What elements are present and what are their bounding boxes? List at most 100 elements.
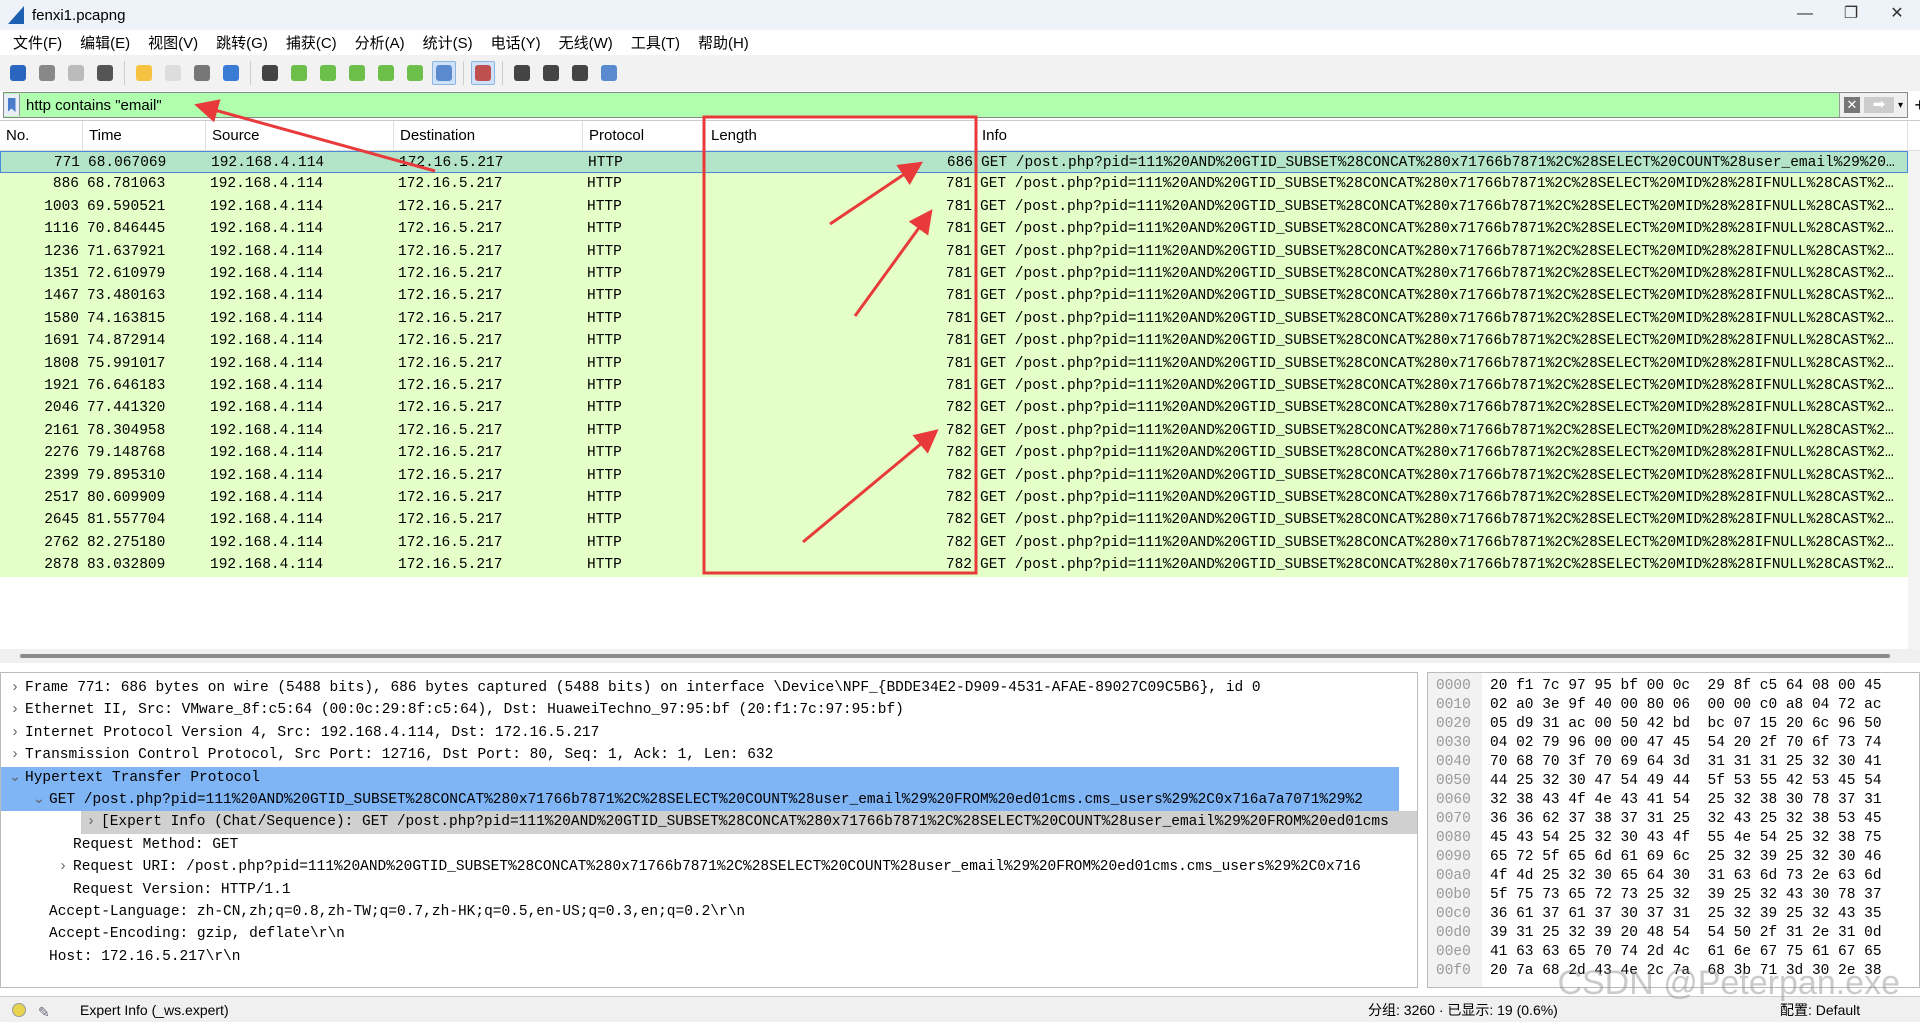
packet-row[interactable]: 1116 70.846445 192.168.4.114 172.16.5.217 HT… bbox=[0, 218, 1908, 241]
go-back-button[interactable] bbox=[287, 61, 311, 85]
column-header-proto[interactable]: Protocol bbox=[583, 121, 705, 151]
hex-bytes[interactable]: 45 43 54 25 32 30 43 4f 55 4e 54 25 32 3… bbox=[1482, 830, 1882, 846]
expand-arrow-icon[interactable]: › bbox=[5, 677, 25, 699]
packet-row[interactable]: 2046 77.441320 192.168.4.114 172.16.5.217 HT… bbox=[0, 397, 1908, 420]
packet-row[interactable]: 1808 75.991017 192.168.4.114 172.16.5.217 HT… bbox=[0, 352, 1908, 375]
zoom-in-button[interactable] bbox=[510, 61, 534, 85]
menu-item[interactable]: 捕获(C) bbox=[277, 32, 346, 53]
hex-bytes[interactable]: 41 63 63 65 70 74 2d 4c 61 6e 67 75 61 6… bbox=[1482, 944, 1882, 960]
restart-button[interactable] bbox=[64, 61, 88, 85]
hex-bytes[interactable]: 02 a0 3e 9f 40 00 80 06 00 00 c0 a8 04 7… bbox=[1482, 697, 1882, 713]
hex-bytes[interactable]: 5f 75 73 65 72 73 25 32 39 25 32 43 30 7… bbox=[1482, 887, 1882, 903]
hex-bytes[interactable]: 65 72 5f 65 6d 61 69 6c 25 32 39 25 32 3… bbox=[1482, 849, 1882, 865]
autoscroll-button[interactable] bbox=[432, 61, 456, 85]
detail-tree-item[interactable]: › Request URI: /post.php?pid=111%20AND%20… bbox=[1, 856, 1399, 878]
packet-row[interactable]: 2762 82.275180 192.168.4.114 172.16.5.217 HT… bbox=[0, 531, 1908, 555]
close-file-button[interactable] bbox=[190, 61, 214, 85]
column-header-info[interactable]: Info bbox=[976, 121, 1908, 151]
menu-item[interactable]: 统计(S) bbox=[414, 32, 482, 53]
menu-item[interactable]: 跳转(G) bbox=[207, 32, 277, 53]
packet-row[interactable]: 2276 79.148768 192.168.4.114 172.16.5.217 HT… bbox=[0, 442, 1908, 465]
detail-tree-item[interactable]: › Frame 771: 686 bytes on wire (5488 bits… bbox=[1, 677, 1399, 699]
detail-tree-item[interactable]: › Ethernet II, Src: VMware_8f:c5:64 (00:0… bbox=[1, 699, 1399, 721]
packet-row[interactable]: 1921 76.646183 192.168.4.114 172.16.5.217 HT… bbox=[0, 375, 1908, 398]
detail-tree-item[interactable]: ⌄ GET /post.php?pid=111%20AND%20GTID_SUBS… bbox=[1, 789, 1399, 812]
hex-bytes[interactable]: 05 d9 31 ac 00 50 42 bd bc 07 15 20 6c 9… bbox=[1482, 716, 1882, 732]
packet-row[interactable]: 2645 81.557704 192.168.4.114 172.16.5.217 HT… bbox=[0, 509, 1908, 532]
menu-item[interactable]: 工具(T) bbox=[622, 32, 689, 53]
find-button[interactable] bbox=[258, 61, 282, 85]
detail-tree-item[interactable]: Accept-Encoding: gzip, deflate\r\n bbox=[1, 923, 1399, 945]
detail-tree-item[interactable]: › [Expert Info (Chat/Sequence): GET /post… bbox=[81, 811, 1417, 834]
first-packet-button[interactable] bbox=[374, 61, 398, 85]
ready-indicator-icon[interactable] bbox=[12, 1003, 26, 1017]
resize-columns-button[interactable] bbox=[597, 61, 621, 85]
detail-tree-item[interactable]: › Internet Protocol Version 4, Src: 192.1… bbox=[1, 722, 1399, 744]
packet-row[interactable]: 1467 73.480163 192.168.4.114 172.16.5.217 HT… bbox=[0, 285, 1908, 308]
hex-bytes[interactable]: 44 25 32 30 47 54 49 44 5f 53 55 42 53 4… bbox=[1482, 773, 1882, 789]
reload-button[interactable] bbox=[219, 61, 243, 85]
expand-arrow-icon[interactable]: ⌄ bbox=[29, 789, 49, 811]
detail-tree-item[interactable]: Host: 172.16.5.217\r\n bbox=[1, 946, 1399, 968]
packet-row[interactable]: 2878 83.032809 192.168.4.114 172.16.5.217 HT… bbox=[0, 554, 1908, 577]
packet-row[interactable]: 771 68.067069 192.168.4.114 172.16.5.217 HTT… bbox=[0, 151, 1908, 174]
packet-row[interactable]: 2161 78.304958 192.168.4.114 172.16.5.217 HT… bbox=[0, 419, 1908, 443]
hex-bytes[interactable]: 36 36 62 37 38 37 31 25 32 43 25 32 38 5… bbox=[1482, 811, 1882, 827]
hex-bytes[interactable]: 4f 4d 25 32 30 65 64 30 31 63 6d 73 2e 6… bbox=[1482, 868, 1882, 884]
menu-item[interactable]: 文件(F) bbox=[4, 32, 71, 53]
column-header-len[interactable]: Length bbox=[705, 121, 976, 151]
filter-bookmark-button[interactable] bbox=[4, 94, 20, 116]
go-forward-button[interactable] bbox=[316, 61, 340, 85]
detail-tree-item[interactable]: Request Method: GET bbox=[1, 834, 1399, 856]
packet-row[interactable]: 886 68.781063 192.168.4.114 172.16.5.217 HTT… bbox=[0, 173, 1908, 196]
minimize-button[interactable]: — bbox=[1782, 0, 1828, 30]
column-header-dst[interactable]: Destination bbox=[394, 121, 583, 151]
scrollbar-thumb[interactable] bbox=[20, 654, 1890, 658]
expand-arrow-icon[interactable]: › bbox=[5, 744, 25, 766]
expand-arrow-icon[interactable]: › bbox=[53, 856, 73, 878]
file-button[interactable] bbox=[161, 61, 185, 85]
shark-fin-start-button[interactable] bbox=[6, 61, 30, 85]
packet-row[interactable]: 1691 74.872914 192.168.4.114 172.16.5.217 HT… bbox=[0, 330, 1908, 353]
maximize-button[interactable]: ❐ bbox=[1828, 0, 1874, 30]
expand-arrow-icon[interactable]: › bbox=[5, 722, 25, 744]
hex-bytes[interactable]: 20 f1 7c 97 95 bf 00 0c 29 8f c5 64 08 0… bbox=[1482, 678, 1882, 694]
hex-bytes[interactable]: 36 61 37 61 37 30 37 31 25 32 39 25 32 4… bbox=[1482, 906, 1882, 922]
packet-row[interactable]: 1351 72.610979 192.168.4.114 172.16.5.217 HT… bbox=[0, 263, 1908, 286]
display-filter-input[interactable]: http contains "email" bbox=[20, 97, 162, 114]
expand-arrow-icon[interactable]: ⌄ bbox=[5, 767, 25, 789]
capture-options-button[interactable] bbox=[93, 61, 117, 85]
colorize-button[interactable] bbox=[471, 61, 495, 85]
packet-list-vertical-scrollbar[interactable] bbox=[1908, 151, 1920, 649]
detail-tree-item[interactable]: › Transmission Control Protocol, Src Port… bbox=[1, 744, 1399, 766]
go-to-packet-button[interactable] bbox=[345, 61, 369, 85]
packet-row[interactable]: 1580 74.163815 192.168.4.114 172.16.5.217 HT… bbox=[0, 307, 1908, 331]
expand-arrow-icon[interactable]: › bbox=[81, 811, 101, 833]
detail-tree-item[interactable]: Accept-Language: zh-CN,zh;q=0.8,zh-TW;q=… bbox=[1, 901, 1399, 923]
menu-item[interactable]: 分析(A) bbox=[346, 32, 414, 53]
menu-item[interactable]: 电话(Y) bbox=[482, 32, 550, 53]
close-button[interactable]: ✕ bbox=[1874, 0, 1920, 30]
hex-bytes[interactable]: 04 02 79 96 00 00 47 45 54 20 2f 70 6f 7… bbox=[1482, 735, 1882, 751]
packet-row[interactable]: 1236 71.637921 192.168.4.114 172.16.5.217 HT… bbox=[0, 240, 1908, 263]
add-filter-button-icon[interactable]: + bbox=[1914, 95, 1920, 116]
zoom-out-button[interactable] bbox=[539, 61, 563, 85]
hex-bytes[interactable]: 32 38 43 4f 4e 43 41 54 25 32 38 30 78 3… bbox=[1482, 792, 1882, 808]
column-header-no[interactable]: No. bbox=[0, 121, 83, 151]
packet-row[interactable]: 2399 79.895310 192.168.4.114 172.16.5.217 HT… bbox=[0, 464, 1908, 487]
open-folder-button[interactable] bbox=[132, 61, 156, 85]
packet-list-horizontal-scrollbar[interactable] bbox=[0, 649, 1920, 663]
last-packet-button[interactable] bbox=[403, 61, 427, 85]
detail-tree-item[interactable]: ⌄ Hypertext Transfer Protocol bbox=[1, 766, 1399, 789]
packet-row[interactable]: 2517 80.609909 192.168.4.114 172.16.5.217 HT… bbox=[0, 487, 1908, 510]
packet-row[interactable]: 1003 69.590521 192.168.4.114 172.16.5.217 HT… bbox=[0, 195, 1908, 219]
hex-bytes[interactable]: 39 31 25 32 39 20 48 54 54 50 2f 31 2e 3… bbox=[1482, 925, 1882, 941]
column-header-time[interactable]: Time bbox=[83, 121, 206, 151]
edit-comment-icon[interactable]: ✎ bbox=[38, 999, 50, 1025]
menu-item[interactable]: 编辑(E) bbox=[71, 32, 139, 53]
hex-bytes[interactable]: 70 68 70 3f 70 69 64 3d 31 31 31 25 32 3… bbox=[1482, 754, 1882, 770]
detail-tree-item[interactable]: Request Version: HTTP/1.1 bbox=[1, 879, 1399, 901]
column-header-src[interactable]: Source bbox=[206, 121, 394, 151]
clear-filter-icon[interactable]: ✕ bbox=[1843, 97, 1860, 113]
normal-size-button[interactable] bbox=[568, 61, 592, 85]
